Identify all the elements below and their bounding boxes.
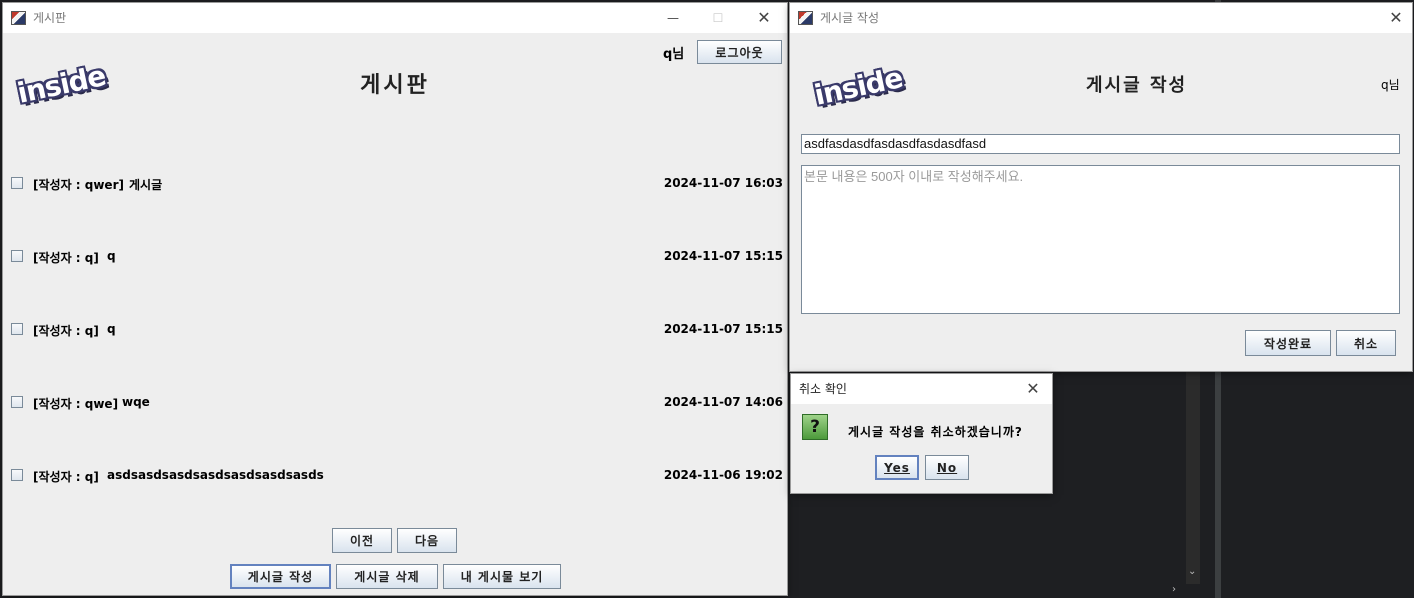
post-date: 2024-11-07 15:15 bbox=[663, 322, 783, 336]
post-checkbox[interactable] bbox=[11, 469, 23, 481]
maximize-icon[interactable]: ☐ bbox=[695, 3, 741, 33]
post-row[interactable]: [작성자 : qwe] wqe 2024-11-07 14:06 bbox=[11, 394, 783, 412]
close-icon[interactable]: ✕ bbox=[741, 3, 787, 33]
minimize-icon[interactable]: — bbox=[650, 3, 696, 33]
board-titlebar[interactable]: 게시판 — ☐ ✕ bbox=[3, 3, 787, 33]
post-title[interactable]: wqe bbox=[122, 395, 150, 409]
java-app-icon bbox=[11, 11, 26, 25]
post-body-textarea[interactable]: 본문 내용은 500자 이내로 작성해주세요. bbox=[801, 165, 1400, 314]
post-date: 2024-11-07 14:06 bbox=[663, 395, 783, 409]
write-heading: 게시글 작성 bbox=[1086, 75, 1188, 96]
post-row[interactable]: [작성자 : q] asdsasdsasdsasdsasdsasdsasds 2… bbox=[11, 467, 783, 485]
write-post-button[interactable]: 게시글 작성 bbox=[230, 564, 331, 589]
my-posts-button[interactable]: 내 게시물 보기 bbox=[443, 564, 561, 589]
post-author: [작성자 : qwe] bbox=[33, 397, 119, 411]
post-author: [작성자 : q] bbox=[33, 324, 99, 338]
post-title[interactable]: q bbox=[107, 322, 116, 336]
cancel-button[interactable]: 취소 bbox=[1336, 330, 1396, 356]
chevron-down-icon[interactable]: ⌄ bbox=[1188, 566, 1200, 578]
post-date: 2024-11-06 19:02 bbox=[663, 468, 783, 482]
prev-page-button[interactable]: 이전 bbox=[332, 528, 392, 553]
post-title-input[interactable]: asdfasdasdfasdasdfasdasdfasd bbox=[801, 134, 1400, 154]
post-checkbox[interactable] bbox=[11, 177, 23, 189]
next-page-button[interactable]: 다음 bbox=[397, 528, 457, 553]
java-app-icon bbox=[798, 11, 813, 25]
logout-button[interactable]: 로그아웃 bbox=[697, 40, 782, 64]
post-checkbox[interactable] bbox=[11, 250, 23, 262]
write-titlebar[interactable]: 게시글 작성 ✕ bbox=[790, 3, 1412, 33]
board-window-title: 게시판 bbox=[33, 11, 67, 25]
post-date: 2024-11-07 16:03 bbox=[663, 176, 783, 190]
chevron-right-icon[interactable]: › bbox=[1172, 584, 1184, 596]
post-author: [작성자 : q] bbox=[33, 470, 99, 484]
dialog-message: 게시글 작성을 취소하겠습니까? bbox=[848, 425, 1023, 439]
write-window-title: 게시글 작성 bbox=[820, 11, 880, 25]
post-checkbox[interactable] bbox=[11, 396, 23, 408]
close-icon[interactable]: ✕ bbox=[1015, 374, 1051, 404]
post-row[interactable]: [작성자 : q] q 2024-11-07 15:15 bbox=[11, 248, 783, 266]
board-heading: 게시판 bbox=[360, 73, 430, 98]
background-scrollbar[interactable] bbox=[1186, 370, 1200, 584]
yes-button[interactable]: Yes bbox=[875, 455, 919, 480]
post-title[interactable]: q bbox=[107, 249, 116, 263]
post-row[interactable]: [작성자 : qwer] 게시글 2024-11-07 16:03 bbox=[11, 175, 783, 193]
dialog-titlebar[interactable]: 취소 확인 ✕ bbox=[791, 374, 1052, 404]
post-date: 2024-11-07 15:15 bbox=[663, 249, 783, 263]
board-window: 게시판 — ☐ ✕ q님 로그아웃 inside 게시판 [작성자 : qwer… bbox=[3, 3, 787, 595]
dialog-title: 취소 확인 bbox=[799, 382, 847, 396]
post-title[interactable]: 게시글 bbox=[129, 176, 162, 193]
confirm-dialog: 취소 확인 ✕ ? 게시글 작성을 취소하겠습니까? Yes No bbox=[791, 374, 1052, 493]
no-button[interactable]: No bbox=[925, 455, 969, 480]
submit-post-button[interactable]: 작성완료 bbox=[1245, 330, 1331, 356]
question-icon: ? bbox=[802, 414, 828, 440]
post-title[interactable]: asdsasdsasdsasdsasdsasdsasds bbox=[107, 468, 324, 482]
post-author: [작성자 : qwer] bbox=[33, 178, 124, 192]
post-row[interactable]: [작성자 : q] q 2024-11-07 15:15 bbox=[11, 321, 783, 339]
post-checkbox[interactable] bbox=[11, 323, 23, 335]
write-window: 게시글 작성 ✕ inside 게시글 작성 q님 asdfasdasdfasd… bbox=[790, 3, 1412, 371]
close-icon[interactable]: ✕ bbox=[1373, 3, 1412, 33]
user-label: q님 bbox=[663, 47, 685, 62]
post-author: [작성자 : q] bbox=[33, 251, 99, 265]
user-label: q님 bbox=[1381, 78, 1400, 92]
inside-logo: inside bbox=[811, 61, 906, 112]
delete-post-button[interactable]: 게시글 삭제 bbox=[336, 564, 438, 589]
